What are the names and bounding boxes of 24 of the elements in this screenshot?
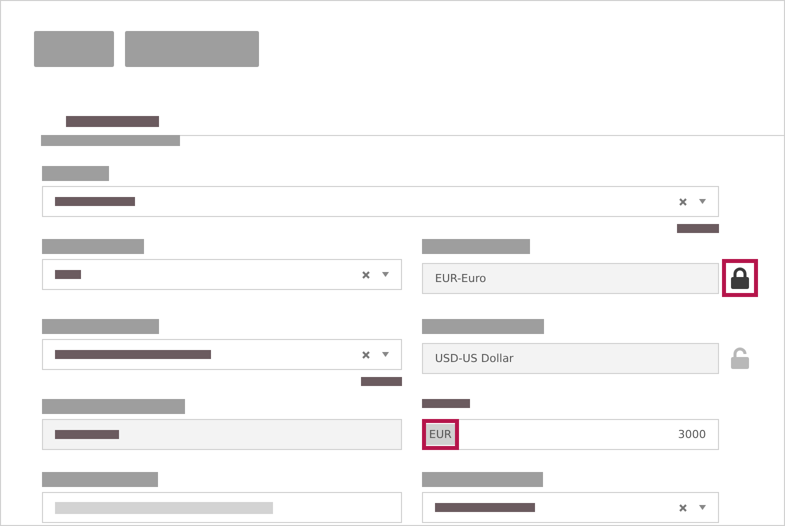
dropdown-caret-icon[interactable] — [382, 272, 389, 277]
dropdown-caret-icon[interactable] — [699, 505, 706, 510]
dropdown-caret-icon[interactable] — [382, 352, 389, 357]
unlocked-padlock-icon[interactable] — [730, 347, 750, 369]
input-field[interactable] — [42, 492, 402, 523]
clear-icon[interactable] — [362, 270, 370, 278]
select-field[interactable] — [42, 186, 719, 217]
lock-toggle[interactable] — [722, 259, 758, 297]
locked-padlock-icon[interactable] — [730, 267, 750, 289]
clear-icon[interactable] — [679, 198, 687, 206]
select-field[interactable] — [42, 339, 402, 370]
select-field[interactable] — [422, 492, 719, 523]
redacted-value — [55, 270, 81, 279]
currency-badge: EUR — [422, 419, 459, 450]
amount-field[interactable]: EUR 3000 — [422, 419, 719, 450]
select-field[interactable] — [42, 259, 402, 290]
redacted-label — [42, 166, 109, 181]
dropdown-caret-icon[interactable] — [699, 199, 706, 204]
redacted-value — [55, 430, 119, 439]
clear-icon[interactable] — [679, 504, 687, 512]
readonly-field: USD-US Dollar — [422, 342, 719, 374]
readonly-field: EUR-Euro — [422, 262, 719, 294]
clear-icon[interactable] — [362, 350, 370, 358]
redacted-label — [422, 399, 470, 408]
